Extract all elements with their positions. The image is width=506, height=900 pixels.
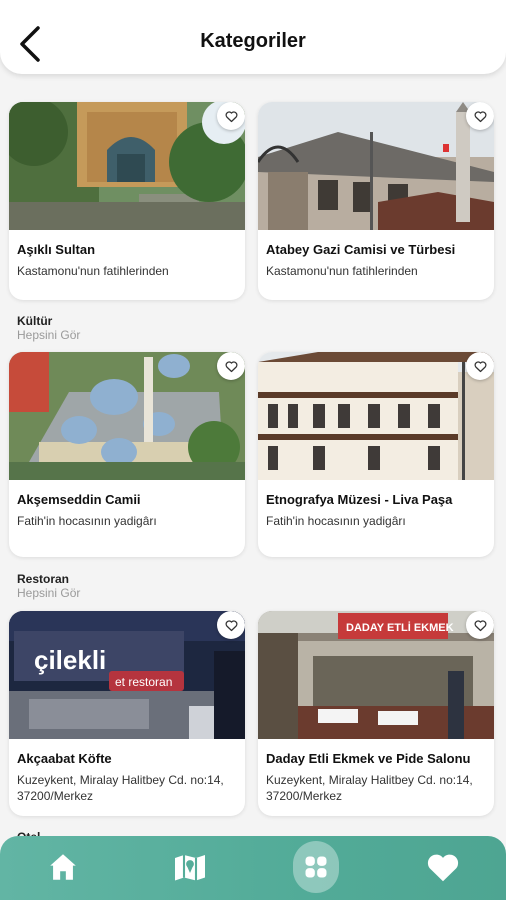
place-card[interactable]: Akşemseddin Camii Fatih'in hocasının yad… <box>9 352 245 557</box>
see-all-restoran-link[interactable]: Hepsini Gör <box>17 586 80 600</box>
place-subtitle: Fatih'in hocasının yadigârı <box>266 514 406 528</box>
place-subtitle: Kuzeykent, Miralay Halitbey Cd. no:14, 3… <box>266 773 473 803</box>
place-name: Aşıklı Sultan <box>17 242 96 257</box>
grid-icon <box>305 856 327 878</box>
place-image: çilekli et restoran <box>9 611 245 739</box>
home-icon <box>50 854 76 880</box>
place-name: Atabey Gazi Camisi ve Türbesi <box>266 242 456 257</box>
favorite-button[interactable] <box>466 102 494 130</box>
place-image <box>258 102 494 230</box>
svg-text:et restoran: et restoran <box>115 675 172 689</box>
svg-text:DADAY ETLİ EKMEK: DADAY ETLİ EKMEK <box>346 621 454 634</box>
place-subtitle: Kuzeykent, Miralay Halitbey Cd. no:14, 3… <box>17 773 224 803</box>
map-icon <box>175 855 205 881</box>
heart-outline-icon <box>474 619 486 631</box>
heart-outline-icon <box>225 619 237 631</box>
place-card[interactable]: Etnografya Müzesi - Liva Paşa Fatih'in h… <box>258 352 494 557</box>
place-name: Akşemseddin Camii <box>17 492 141 507</box>
app-header: Kategoriler <box>0 0 506 74</box>
place-card[interactable]: çilekli et restoran Akçaabat Köfte Kuzey… <box>9 611 245 816</box>
place-name: Daday Etli Ekmek ve Pide Salonu <box>266 751 471 766</box>
nav-map-button[interactable] <box>167 844 213 890</box>
nav-favorites-button[interactable] <box>420 844 466 890</box>
favorite-button[interactable] <box>466 352 494 380</box>
place-image: DADAY ETLİ EKMEK <box>258 611 494 739</box>
place-name: Etnografya Müzesi - Liva Paşa <box>266 492 453 507</box>
place-subtitle: Fatih'in hocasının yadigârı <box>17 514 157 528</box>
place-card[interactable]: DADAY ETLİ EKMEK Daday Etli Ekmek ve Pid… <box>258 611 494 816</box>
nav-home-button[interactable] <box>40 844 86 890</box>
see-all-kultur-link[interactable]: Hepsini Gör <box>17 328 80 342</box>
svg-text:çilekli: çilekli <box>34 645 106 675</box>
place-image <box>9 102 245 230</box>
page-title: Kategoriler <box>200 30 306 52</box>
place-image <box>258 352 494 480</box>
bottom-navigation <box>0 836 506 900</box>
category-list[interactable]: Aşıklı Sultan Kastamonu'nun fatihlerinde… <box>0 74 506 840</box>
nav-categories-button[interactable] <box>293 841 339 893</box>
place-subtitle: Kastamonu'nun fatihlerinden <box>266 264 418 278</box>
place-subtitle: Kastamonu'nun fatihlerinden <box>17 264 169 278</box>
favorite-button[interactable] <box>217 352 245 380</box>
section-title-kultur: Kültür <box>17 314 53 328</box>
place-card[interactable]: Aşıklı Sultan Kastamonu'nun fatihlerinde… <box>9 102 245 300</box>
favorite-button[interactable] <box>466 611 494 639</box>
section-title-restoran: Restoran <box>17 572 70 586</box>
place-card[interactable]: Atabey Gazi Camisi ve Türbesi Kastamonu'… <box>258 102 494 300</box>
heart-outline-icon <box>474 110 486 122</box>
heart-outline-icon <box>225 110 237 122</box>
heart-icon <box>427 854 459 882</box>
heart-outline-icon <box>474 360 486 372</box>
favorite-button[interactable] <box>217 102 245 130</box>
place-name: Akçaabat Köfte <box>17 751 112 766</box>
place-image <box>9 352 245 480</box>
favorite-button[interactable] <box>217 611 245 639</box>
heart-outline-icon <box>225 360 237 372</box>
